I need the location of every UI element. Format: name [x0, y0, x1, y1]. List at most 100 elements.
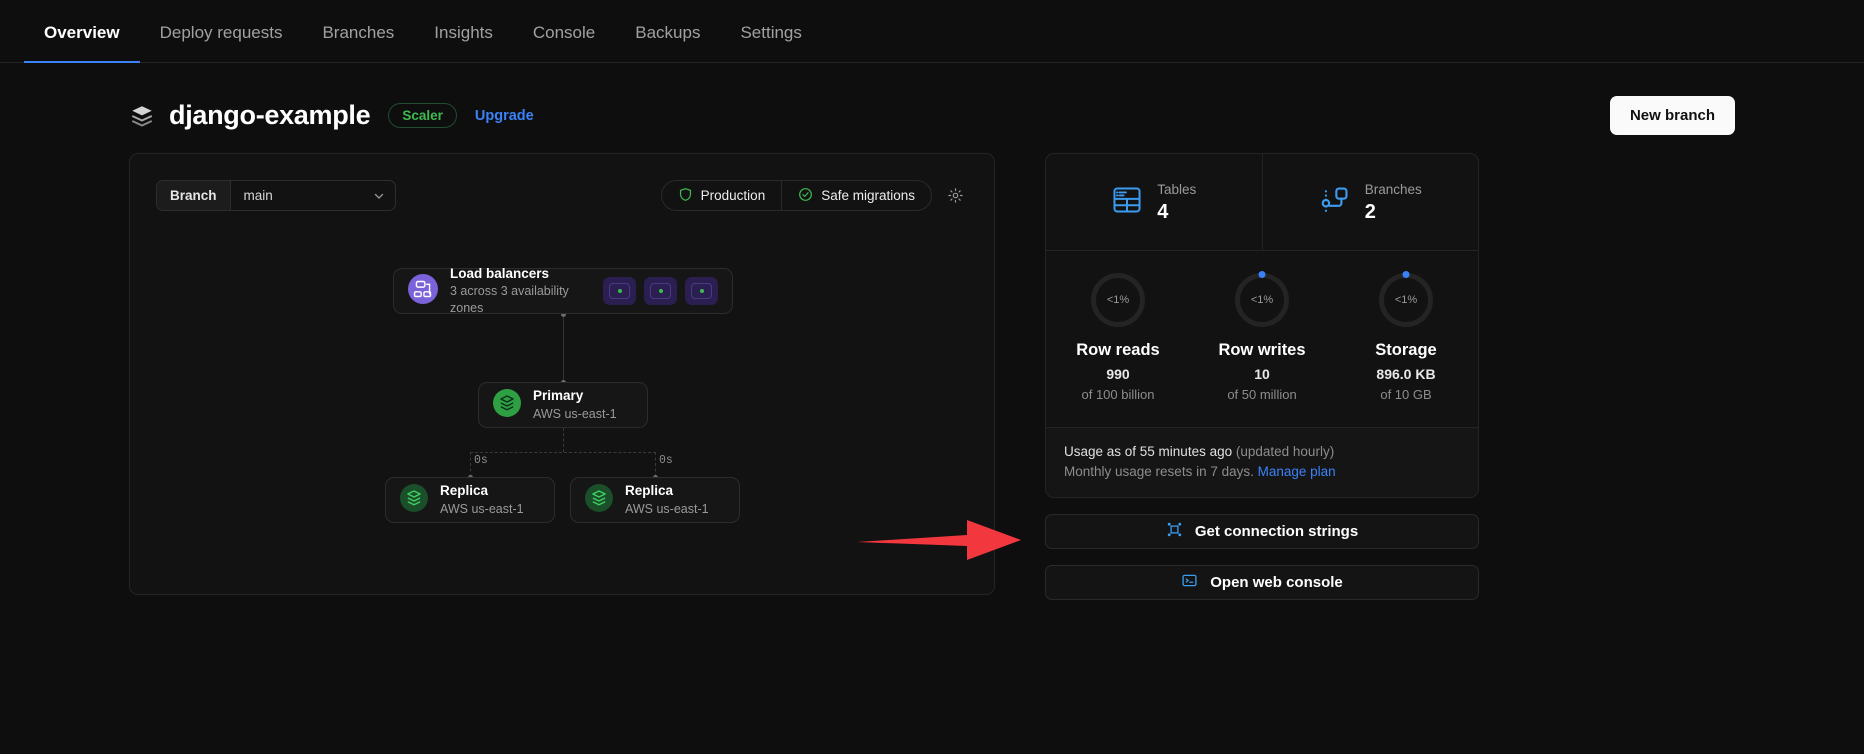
terminal-icon: [1181, 572, 1198, 593]
gauge-ring: <1%: [1379, 270, 1433, 327]
chevron-down-icon: [349, 181, 395, 210]
primary-text: Primary AWS us-east-1: [533, 387, 617, 422]
connector-replica-bus: [470, 452, 656, 453]
topology-toolbar: Branch main Production Safe migrations: [130, 154, 994, 211]
primary-title: Primary: [533, 388, 584, 404]
tab-settings[interactable]: Settings: [720, 23, 821, 62]
gauge-ring: <1%: [1235, 270, 1289, 327]
gauge-name: Row reads: [1076, 340, 1160, 359]
page-header: django-example Scaler Upgrade New branch: [129, 63, 1735, 135]
stat-branches-value: 2: [1364, 200, 1376, 223]
connector-lb-primary: [563, 314, 564, 382]
gauge-name: Storage: [1375, 340, 1437, 359]
gauge-percent: <1%: [1394, 293, 1418, 306]
shield-icon: [678, 187, 693, 205]
load-balancer-text: Load balancers 3 across 3 availability z…: [450, 265, 603, 317]
tab-backups-label: Backups: [635, 23, 701, 42]
open-web-console-button[interactable]: Open web console: [1045, 564, 1479, 600]
database-layers-icon: [129, 103, 155, 129]
main-navigation: Overview Deploy requests Branches Insigh…: [0, 0, 1864, 63]
tab-branches-label: Branches: [322, 23, 395, 42]
stat-tables-text: Tables 4: [1157, 180, 1196, 225]
connector-replica-2: [655, 452, 656, 477]
connector-replica-1: [470, 452, 471, 477]
replica-title: Replica: [440, 483, 489, 499]
tab-deploy-requests[interactable]: Deploy requests: [140, 23, 303, 62]
gauge-ring: <1%: [1091, 272, 1145, 327]
stat-branches-label: Branches: [1364, 182, 1422, 197]
availability-zone-chips: [603, 277, 718, 305]
tab-insights[interactable]: Insights: [414, 23, 513, 62]
stat-branches[interactable]: Branches 2: [1261, 154, 1479, 250]
main-content: Branch main Production Safe migrations L…: [0, 153, 1864, 600]
database-node-icon: [400, 483, 428, 517]
gauge-limit: of 50 million: [1227, 386, 1297, 402]
node-replica-2[interactable]: Replica AWS us-east-1: [570, 477, 740, 523]
replica-subtitle: AWS us-east-1: [625, 501, 709, 516]
production-label: Production: [700, 188, 766, 203]
node-primary[interactable]: Primary AWS us-east-1: [478, 382, 648, 428]
stats-counts-row: Tables 4 Branches 2: [1046, 154, 1478, 250]
branch-selector[interactable]: Branch main: [156, 180, 396, 211]
replica-1-text: Replica AWS us-east-1: [440, 482, 524, 517]
gauge-row-writes: <1% Row writes 10 of 50 million: [1190, 270, 1334, 402]
stats-card: Tables 4 Branches 2 <1% Row reads 990 of…: [1045, 153, 1479, 498]
gauge-name: Row writes: [1218, 340, 1306, 359]
branch-icon: [1319, 184, 1351, 221]
usage-timestamp-muted: (updated hourly): [1235, 443, 1335, 459]
gear-icon[interactable]: [942, 180, 968, 211]
status-badge-safe-migrations[interactable]: Safe migrations: [781, 181, 931, 210]
gauge-limit: of 10 GB: [1380, 386, 1432, 402]
primary-subtitle: AWS us-east-1: [533, 406, 617, 421]
usage-reset-note: Monthly usage resets in 7 days. Manage p…: [1064, 464, 1460, 479]
get-connection-strings-label: Get connection strings: [1194, 522, 1359, 540]
usage-reset-text: Monthly usage resets in 7 days.: [1064, 463, 1254, 479]
status-badge-production[interactable]: Production: [662, 181, 782, 210]
tab-console[interactable]: Console: [513, 23, 615, 62]
upgrade-link[interactable]: Upgrade: [475, 108, 534, 124]
availability-zone-chip[interactable]: [603, 277, 636, 305]
replica-lag-label: 0s: [659, 454, 673, 467]
tab-insights-label: Insights: [434, 23, 493, 42]
node-replica-1[interactable]: Replica AWS us-east-1: [385, 477, 555, 523]
gauge-storage: <1% Storage 896.0 KB of 10 GB: [1334, 270, 1478, 402]
topology-diagram: Load balancers 3 across 3 availability z…: [130, 211, 994, 571]
replica-2-text: Replica AWS us-east-1: [625, 482, 709, 517]
tab-overview[interactable]: Overview: [24, 23, 140, 63]
tab-deploy-requests-label: Deploy requests: [159, 23, 283, 42]
check-circle-icon: [798, 187, 813, 205]
gauge-percent: <1%: [1250, 293, 1274, 306]
load-balancer-icon: [408, 273, 438, 309]
load-balancer-title: Load balancers: [450, 266, 550, 282]
gauge-row-reads: <1% Row reads 990 of 100 billion: [1046, 272, 1190, 402]
stat-tables[interactable]: Tables 4: [1046, 154, 1262, 250]
load-balancer-subtitle: 3 across 3 availability zones: [450, 284, 569, 316]
manage-plan-link[interactable]: Manage plan: [1258, 464, 1336, 479]
node-load-balancers[interactable]: Load balancers 3 across 3 availability z…: [393, 265, 733, 317]
plan-badge[interactable]: Scaler: [388, 103, 457, 128]
availability-zone-chip[interactable]: [644, 277, 677, 305]
tab-branches[interactable]: Branches: [302, 23, 414, 62]
database-node-icon: [493, 388, 521, 422]
gauge-value: 990: [1106, 365, 1130, 382]
branch-selector-label: Branch: [157, 181, 231, 210]
page-title: django-example: [169, 100, 371, 130]
tab-settings-label: Settings: [740, 23, 802, 42]
stat-tables-label: Tables: [1157, 182, 1197, 197]
tab-backups[interactable]: Backups: [615, 23, 720, 62]
open-web-console-label: Open web console: [1210, 573, 1343, 591]
safe-migrations-label: Safe migrations: [821, 188, 915, 203]
new-branch-button[interactable]: New branch: [1609, 96, 1735, 135]
connector-primary-branch: [563, 428, 564, 452]
database-node-icon: [585, 483, 613, 517]
get-connection-strings-button[interactable]: Get connection strings: [1045, 513, 1479, 549]
topology-card: Branch main Production Safe migrations L…: [129, 153, 995, 595]
gauge-value: 10: [1254, 365, 1270, 382]
availability-zone-chip[interactable]: [685, 277, 718, 305]
replica-title: Replica: [625, 483, 674, 499]
usage-timestamp-main: Usage as of 55 minutes ago: [1064, 443, 1233, 459]
usage-timestamp: Usage as of 55 minutes ago (updated hour…: [1064, 444, 1460, 459]
right-column: Tables 4 Branches 2 <1% Row reads 990 of…: [1045, 153, 1479, 600]
replica-subtitle: AWS us-east-1: [440, 501, 524, 516]
branch-selector-value: main: [230, 181, 349, 210]
